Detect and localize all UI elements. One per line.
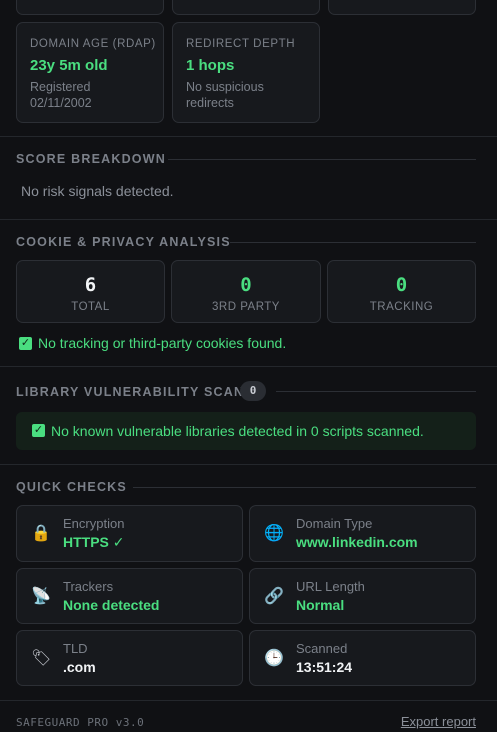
library-count-badge: 0 [240, 381, 266, 401]
redirect-depth-value: 1 hops [186, 57, 235, 74]
section-divider [0, 219, 497, 220]
satellite-icon: 📡 [31, 588, 51, 605]
section-divider [0, 464, 497, 465]
cookie-stat-tracking: 0 TRACKING [327, 260, 476, 323]
quick-check-scanned: 🕒 Scanned 13:51:24 [249, 630, 476, 686]
title-rule [133, 487, 476, 488]
quick-check-encryption: 🔒 Encryption HTTPS ✓ [16, 505, 243, 562]
score-breakdown-title: SCORE BREAKDOWN [16, 152, 166, 166]
trackers-label: Trackers [63, 579, 114, 594]
domain-age-card: DOMAIN AGE (RDAP) 23y 5m old Registered … [16, 22, 164, 123]
encryption-label: Encryption [63, 516, 125, 531]
footer-brand: SAFEGUARD PRO v3.0 [16, 716, 145, 729]
domain-type-label: Domain Type [296, 516, 373, 531]
cookie-tracking-value: 0 [395, 274, 408, 296]
domain-age-label: DOMAIN AGE (RDAP) [30, 38, 156, 50]
quick-check-url-length: 🔗 URL Length Normal [249, 568, 476, 624]
trackers-value: None detected [63, 597, 160, 613]
cookie-status-message: No tracking or third-party cookies found… [38, 335, 287, 351]
quick-check-domain-type: 🌐 Domain Type www.linkedin.com [249, 505, 476, 562]
section-divider [0, 136, 497, 137]
meta-card-stub [172, 0, 320, 15]
scanned-label: Scanned [296, 641, 348, 656]
title-rule [168, 159, 476, 160]
globe-icon: 🌐 [264, 525, 284, 542]
tld-label: TLD [63, 641, 88, 656]
cookie-total-label: TOTAL [71, 301, 110, 313]
redirect-depth-label: REDIRECT DEPTH [186, 38, 296, 50]
tag-icon: 🏷 [31, 650, 52, 667]
title-rule [276, 391, 476, 392]
title-rule [230, 242, 476, 243]
cookie-stat-third-party: 0 3RD PARTY [171, 260, 321, 323]
domain-type-value: www.linkedin.com [296, 534, 418, 550]
section-divider [0, 366, 497, 367]
meta-card-stub [16, 0, 164, 15]
cookie-stat-total: 6 TOTAL [16, 260, 165, 323]
encryption-value: HTTPS ✓ [63, 534, 125, 550]
cookie-third-party-label: 3RD PARTY [212, 301, 280, 313]
domain-age-value: 23y 5m old [30, 57, 108, 74]
score-breakdown-message: No risk signals detected. [21, 183, 174, 199]
url-length-label: URL Length [296, 579, 365, 594]
check-icon: ✓ [32, 424, 45, 437]
url-length-value: Normal [296, 597, 345, 613]
redirect-depth-card: REDIRECT DEPTH 1 hops No suspicious redi… [172, 22, 320, 123]
quick-check-trackers: 📡 Trackers None detected [16, 568, 243, 624]
check-icon: ✓ [19, 337, 32, 350]
cookie-total-value: 6 [84, 274, 97, 296]
domain-age-registered: Registered 02/11/2002 [30, 80, 92, 110]
meta-card-stub [328, 0, 476, 15]
cookie-privacy-title: COOKIE & PRIVACY ANALYSIS [16, 235, 231, 249]
quick-checks-title: QUICK CHECKS [16, 480, 127, 494]
tld-value: .com [63, 659, 96, 675]
footer-divider [0, 700, 497, 701]
quick-check-tld: 🏷 TLD .com [16, 630, 243, 686]
library-scan-message: No known vulnerable libraries detected i… [51, 423, 424, 439]
library-scan-result: ✓ No known vulnerable libraries detected… [16, 412, 476, 450]
redirect-depth-note: No suspicious redirects [186, 80, 264, 110]
library-scan-title: LIBRARY VULNERABILITY SCAN [16, 385, 245, 399]
link-icon: 🔗 [264, 588, 284, 605]
clock-icon: 🕒 [264, 650, 284, 667]
lock-icon: 🔒 [31, 525, 51, 542]
cookie-tracking-label: TRACKING [369, 301, 434, 313]
export-report-link[interactable]: Export report [401, 714, 476, 729]
cookie-third-party-value: 0 [240, 274, 252, 296]
scanned-value: 13:51:24 [296, 659, 353, 675]
